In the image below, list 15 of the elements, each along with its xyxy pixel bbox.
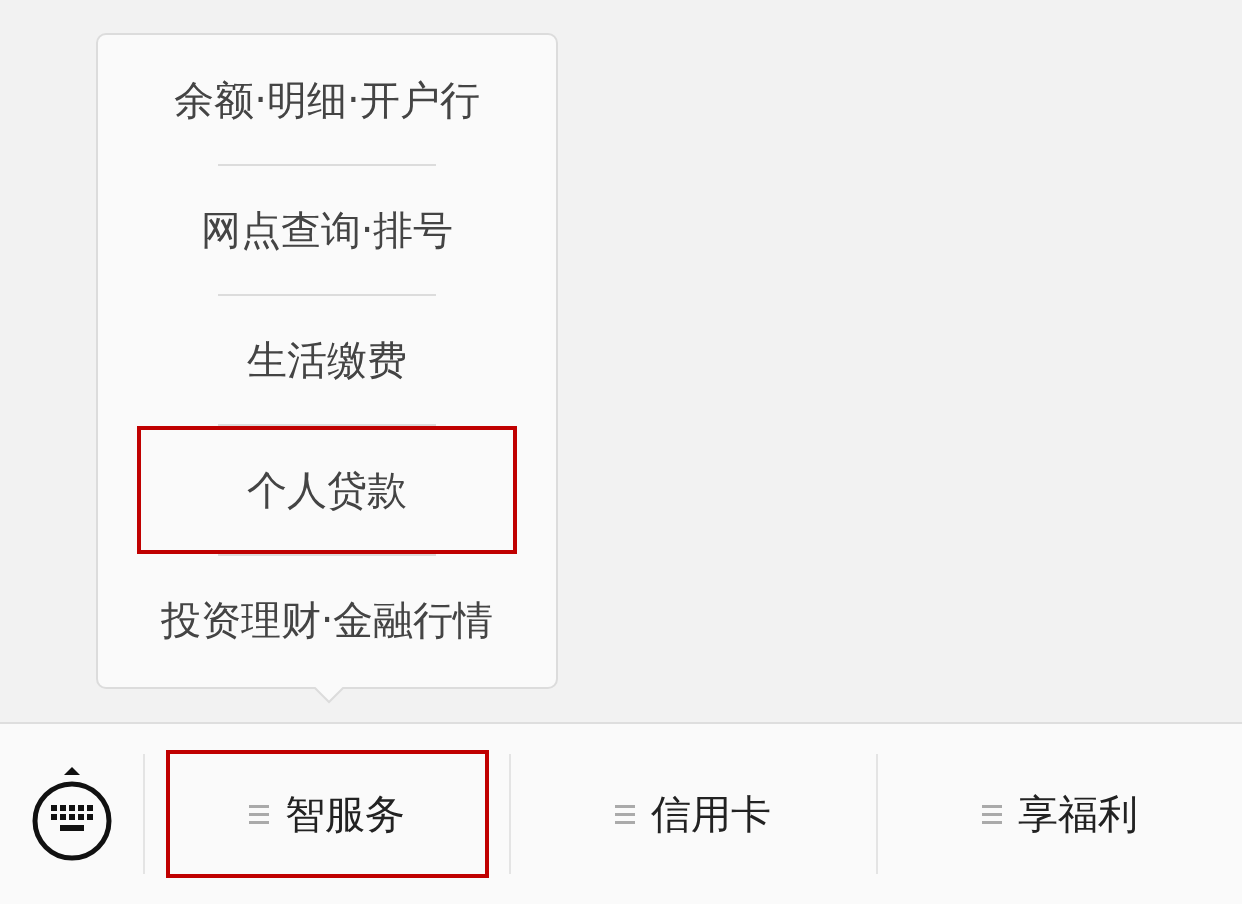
tab-label: 享福利 [1017,789,1138,839]
tab[interactable]: 享福利 [898,750,1222,878]
menu-item[interactable]: 余额·明细·开户行 [137,36,517,164]
menu-item[interactable]: 生活缴费 [137,296,517,424]
menu-icon [249,803,270,825]
tab-label: 信用卡 [651,789,772,839]
menu-icon [981,803,1002,825]
menu-item[interactable]: 投资理财·金融行情 [137,556,517,684]
tab[interactable]: 智服务 [165,750,489,878]
tab-label: 智服务 [285,789,406,839]
keyboard-icon[interactable] [30,765,113,863]
menu-icon [615,803,636,825]
menu-item[interactable]: 个人贷款 [137,426,517,554]
tab[interactable]: 信用卡 [532,750,855,878]
menu-item[interactable]: 网点查询·排号 [137,166,517,294]
